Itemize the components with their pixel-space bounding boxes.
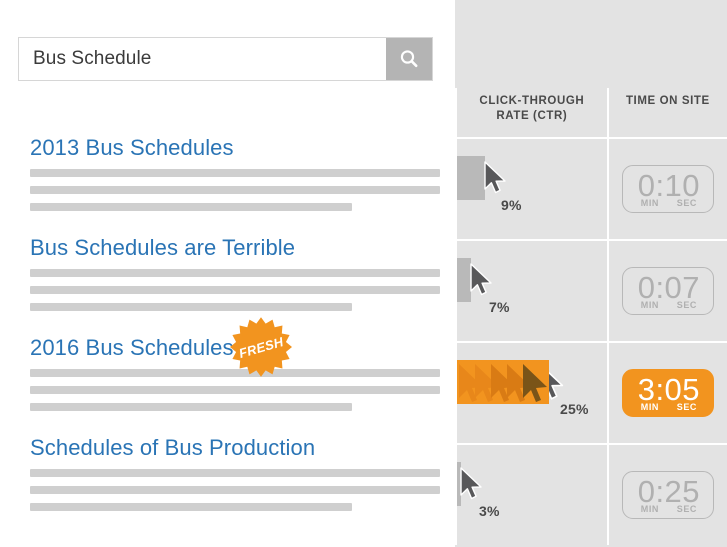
ctr-value: 7% xyxy=(489,299,510,315)
result-title-row: Schedules of Bus Production xyxy=(30,432,455,464)
ctr-bar-group xyxy=(457,155,509,201)
ctr-bar-group xyxy=(457,359,567,405)
snippet-line xyxy=(30,169,440,177)
snippet-line xyxy=(30,503,352,511)
metrics-panel: Click-Through Rate (CTR) Time on Site xyxy=(455,0,727,547)
result-title-row: 2016 Bus Schedules FRESH xyxy=(30,317,455,377)
time-cell: 0:10 MIN SEC xyxy=(606,139,727,239)
snippet-line xyxy=(30,486,440,494)
cursor-icon xyxy=(470,263,492,296)
search-input[interactable] xyxy=(19,38,386,80)
unit-min: MIN xyxy=(640,300,660,310)
unit-sec: SEC xyxy=(676,402,698,412)
unit-min: MIN xyxy=(640,198,660,208)
ctr-value: 9% xyxy=(501,197,522,213)
snippet-line xyxy=(30,386,440,394)
header-label-time: Time on Site xyxy=(625,95,710,107)
ctr-cell: 25% xyxy=(455,343,607,443)
screenshot-root: 2013 Bus Schedules Bus Schedules are Ter… xyxy=(0,0,727,547)
time-cell: 3:05 MIN SEC xyxy=(606,343,727,443)
cursor-trail-icon xyxy=(459,364,547,402)
snippet-line xyxy=(30,469,440,477)
result-title-link[interactable]: 2013 Bus Schedules xyxy=(30,135,234,161)
header-ctr-line2: Rate (CTR) xyxy=(496,110,568,122)
ctr-value: 3% xyxy=(479,503,500,519)
header-cell-time: Time on Site xyxy=(606,88,727,137)
search-result-item[interactable]: Schedules of Bus Production xyxy=(0,432,455,532)
cursor-icon xyxy=(484,161,506,194)
snippet-line xyxy=(30,203,352,211)
search-icon xyxy=(398,48,420,70)
unit-min: MIN xyxy=(640,402,660,412)
unit-sec: SEC xyxy=(676,198,698,208)
search-button[interactable] xyxy=(386,38,432,80)
metrics-row: 7% 0:07 MIN SEC xyxy=(455,239,727,341)
snippet-line xyxy=(30,303,352,311)
snippet-line xyxy=(30,269,440,277)
time-cell: 0:25 MIN SEC xyxy=(606,445,727,545)
metrics-rows: 9% 0:10 MIN SEC 7% 0:07 MIN SEC 25% 3:05… xyxy=(455,137,727,545)
ctr-cell: 3% xyxy=(455,445,607,545)
search-result-item[interactable]: Bus Schedules are Terrible xyxy=(0,232,455,332)
metrics-row: 3% 0:25 MIN SEC xyxy=(455,443,727,545)
result-title-link[interactable]: Bus Schedules are Terrible xyxy=(30,235,295,261)
result-title-row: Bus Schedules are Terrible xyxy=(30,232,455,264)
search-bar[interactable] xyxy=(18,37,433,81)
result-title-link[interactable]: Schedules of Bus Production xyxy=(30,435,315,461)
time-units: MIN SEC xyxy=(623,402,715,412)
unit-min: MIN xyxy=(640,504,660,514)
snippet-line xyxy=(30,286,440,294)
result-snippet-placeholder xyxy=(30,469,455,511)
time-badge: 0:07 MIN SEC xyxy=(621,267,715,315)
search-result-item[interactable]: 2013 Bus Schedules xyxy=(0,132,455,232)
ctr-value: 25% xyxy=(560,401,589,417)
time-badge: 0:25 MIN SEC xyxy=(621,471,715,519)
starburst-icon xyxy=(229,317,292,377)
time-badge: 0:10 MIN SEC xyxy=(621,165,715,213)
ctr-bar-group xyxy=(457,257,495,303)
ctr-bar-highlighted xyxy=(457,360,549,404)
time-cell: 0:07 MIN SEC xyxy=(606,241,727,341)
header-ctr-line1: Click-Through xyxy=(479,95,585,107)
unit-sec: SEC xyxy=(676,504,698,514)
result-list: 2013 Bus Schedules Bus Schedules are Ter… xyxy=(0,132,455,532)
search-result-item[interactable]: 2016 Bus Schedules FRESH xyxy=(0,317,455,432)
header-cell-ctr: Click-Through Rate (CTR) xyxy=(455,88,607,137)
ctr-bar xyxy=(457,156,485,200)
result-snippet-placeholder xyxy=(30,169,455,211)
search-results-panel: 2013 Bus Schedules Bus Schedules are Ter… xyxy=(0,0,455,547)
unit-sec: SEC xyxy=(676,300,698,310)
ctr-cell: 7% xyxy=(455,241,607,341)
time-units: MIN SEC xyxy=(623,504,715,514)
time-units: MIN SEC xyxy=(623,300,715,310)
time-badge-highlighted: 3:05 MIN SEC xyxy=(621,369,715,417)
time-units: MIN SEC xyxy=(623,198,715,208)
metrics-row: 9% 0:10 MIN SEC xyxy=(455,137,727,239)
result-title-link[interactable]: 2016 Bus Schedules xyxy=(30,335,234,361)
fresh-badge: FRESH xyxy=(229,316,292,378)
cursor-icon xyxy=(460,467,482,500)
result-snippet-placeholder xyxy=(30,269,455,311)
snippet-line xyxy=(30,403,352,411)
header-label-ctr: Click-Through Rate (CTR) xyxy=(479,94,584,124)
metrics-row-highlighted: 25% 3:05 MIN SEC xyxy=(455,341,727,443)
ctr-bar-group xyxy=(457,461,485,507)
result-title-row: 2013 Bus Schedules xyxy=(30,132,455,164)
ctr-cell: 9% xyxy=(455,139,607,239)
snippet-line xyxy=(30,186,440,194)
metrics-header-row: Click-Through Rate (CTR) Time on Site xyxy=(455,88,727,137)
